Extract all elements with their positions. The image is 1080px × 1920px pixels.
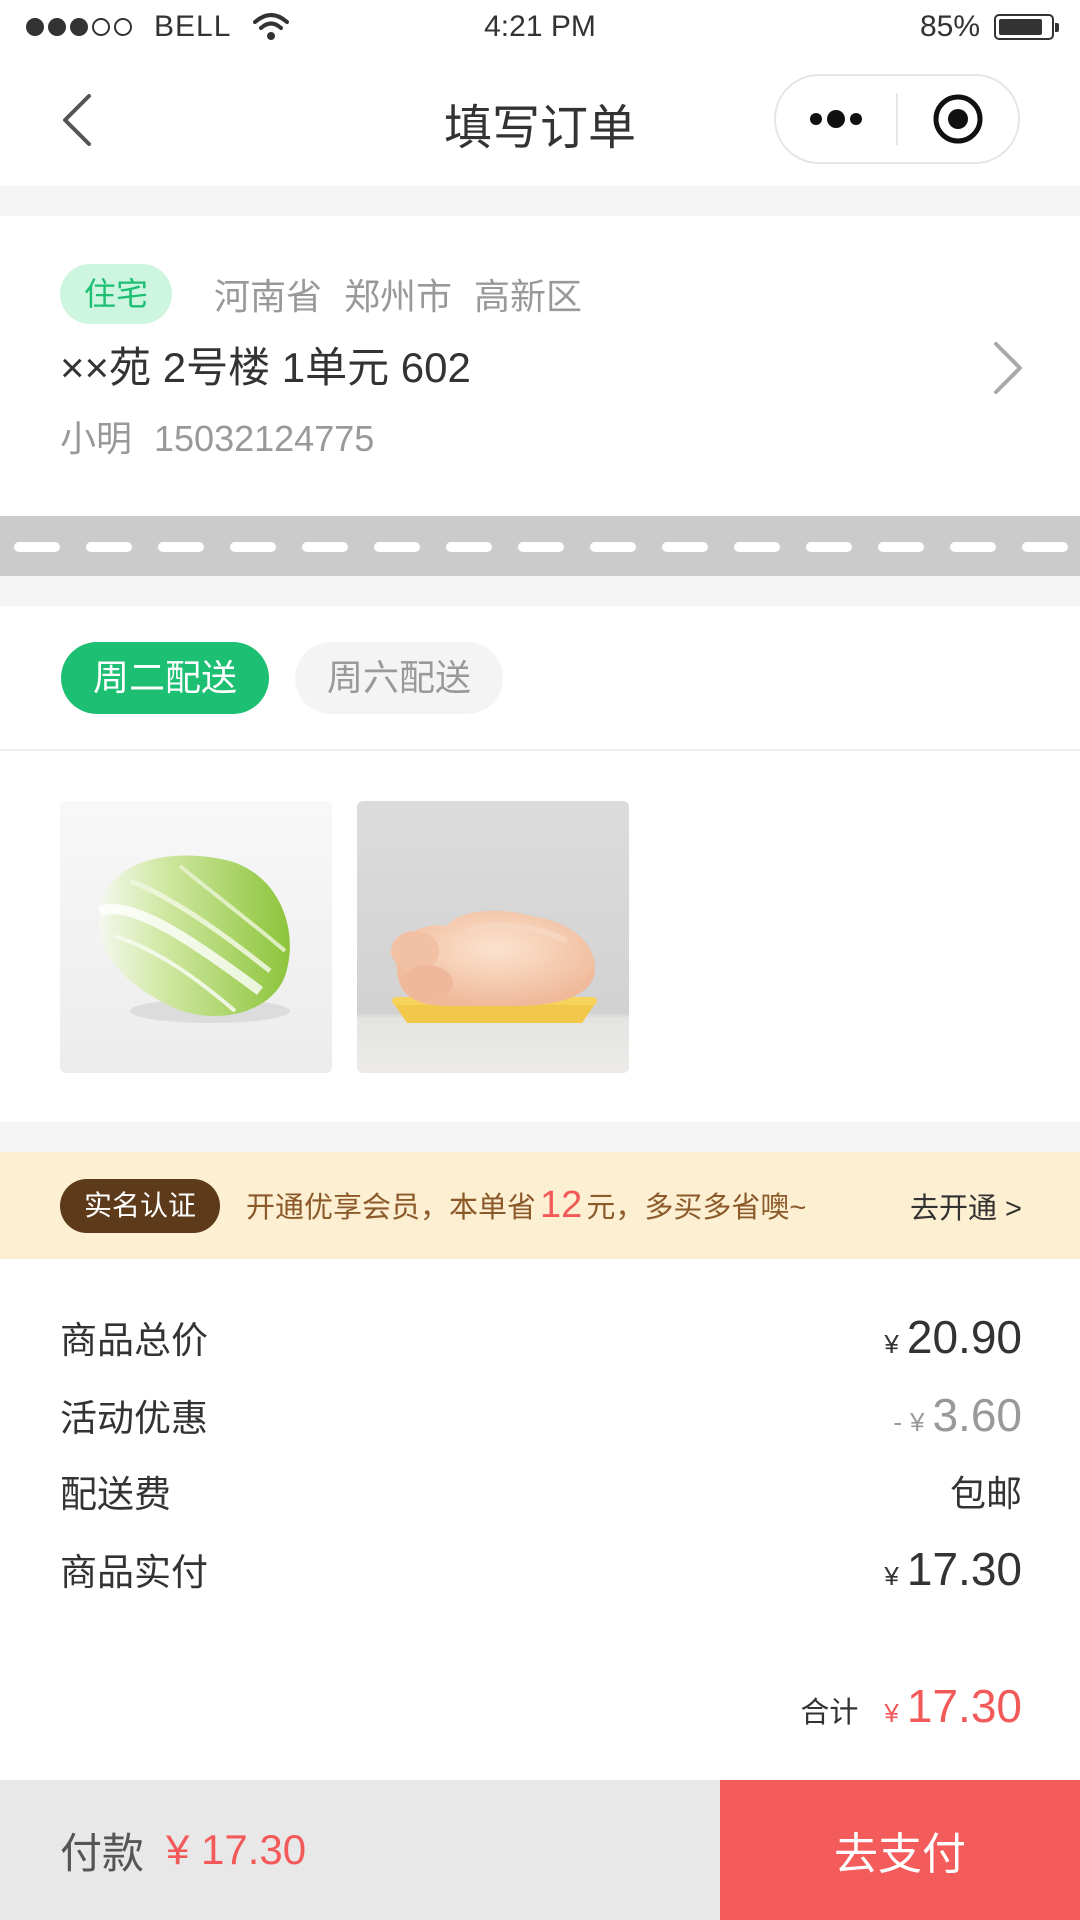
pay-label: 付款 (60, 1829, 145, 1877)
battery-icon (994, 14, 1059, 40)
stripe-dash (734, 542, 780, 552)
stripe-dash (662, 542, 708, 552)
product-thumbnail-chicken[interactable] (357, 801, 629, 1073)
province: 河南省 (214, 276, 323, 317)
navigation-bar: 填写订单 (0, 54, 1080, 186)
stripe-dash (950, 542, 996, 552)
envelope-stripe-divider (0, 516, 1080, 576)
payment-info: 付款 ¥ 17.30 (0, 1780, 720, 1920)
section-gap (0, 576, 1080, 606)
more-dots-icon (810, 110, 862, 128)
back-button[interactable] (48, 92, 104, 148)
city: 郑州市 (344, 276, 453, 317)
more-button[interactable] (776, 76, 896, 162)
verification-badge[interactable]: 实名认证 (60, 1178, 221, 1233)
checkout-bar: 付款 ¥ 17.30 去支付 (0, 1780, 1080, 1920)
miniprogram-capsule (774, 74, 1020, 164)
wifi-icon (253, 13, 290, 40)
stripe-dash (518, 542, 564, 552)
contact-phone: 15032124775 (154, 418, 375, 459)
membership-promo-text: 开通优享会员，本单省 12 元，多买多省噢~ (246, 1184, 807, 1226)
stripe-dash (86, 542, 132, 552)
price-summary: 商品总价 ¥20.90 活动优惠 - ¥3.60 配送费 包邮 商品实付 ¥17.… (0, 1259, 1080, 1779)
target-icon (933, 94, 983, 144)
section-gap (0, 186, 1080, 216)
battery-percent: 85% (919, 10, 980, 43)
stripe-dash (878, 542, 924, 552)
chevron-left-icon (63, 94, 91, 146)
summary-row-subtotal: 商品总价 ¥20.90 (60, 1311, 1022, 1363)
district: 高新区 (474, 276, 583, 317)
address-region: 河南省 郑州市 高新区 (214, 268, 604, 320)
subtotal-value: 20.90 (906, 1311, 1022, 1363)
stripe-dash (14, 542, 60, 552)
summary-row-discount: 活动优惠 - ¥3.60 (60, 1389, 1022, 1441)
stripe-dash (230, 542, 276, 552)
tab-saturday-delivery[interactable]: 周六配送 (295, 642, 504, 714)
contact-info: 小明 15032124775 (60, 410, 374, 462)
close-miniprogram-button[interactable] (898, 76, 1018, 162)
address-type-badge: 住宅 (60, 264, 173, 324)
stripe-dash (806, 542, 852, 552)
summary-total: 合计 ¥17.30 (800, 1680, 1022, 1732)
membership-banner: 实名认证 开通优享会员，本单省 12 元，多买多省噢~ 去开通 > (0, 1152, 1080, 1259)
discount-value: 3.60 (932, 1389, 1022, 1441)
activate-membership-link[interactable]: 去开通 > (910, 1185, 1022, 1227)
savings-amount: 12 (540, 1184, 583, 1226)
stripe-dash (302, 542, 348, 552)
chevron-right-icon (994, 342, 1022, 394)
stripe-dash (446, 542, 492, 552)
stripe-dash (158, 542, 204, 552)
tab-tuesday-delivery[interactable]: 周二配送 (61, 642, 270, 714)
contact-name: 小明 (60, 418, 133, 459)
stripe-dash (590, 542, 636, 552)
paid-value: 17.30 (906, 1543, 1022, 1595)
address-detail: ××苑 2号楼 1单元 602 (60, 344, 471, 391)
pay-amount: ¥ 17.30 (166, 1826, 307, 1873)
status-bar: BELL 4:21 PM 85% (0, 0, 1080, 54)
delivery-day-tabs: 周二配送 周六配送 (0, 606, 1080, 751)
address-card[interactable]: 住宅 河南省 郑州市 高新区 ××苑 2号楼 1单元 602 小明 150321247… (0, 216, 1080, 516)
product-thumbnail-cabbage[interactable] (60, 801, 332, 1073)
signal-strength-icon (26, 18, 132, 36)
stripe-dash (374, 542, 420, 552)
total-value: 17.30 (906, 1680, 1022, 1732)
carrier-name: BELL (154, 10, 232, 43)
summary-row-paid: 商品实付 ¥17.30 (60, 1543, 1022, 1595)
product-list (0, 752, 1080, 1122)
napa-cabbage-icon (60, 801, 332, 1073)
raw-chicken-icon (357, 801, 629, 1073)
section-gap (0, 1122, 1080, 1152)
shipping-value: 包邮 (949, 1473, 1022, 1514)
pay-button[interactable]: 去支付 (720, 1780, 1080, 1920)
summary-row-shipping: 配送费 包邮 (60, 1461, 1022, 1521)
stripe-dash (1022, 542, 1068, 552)
